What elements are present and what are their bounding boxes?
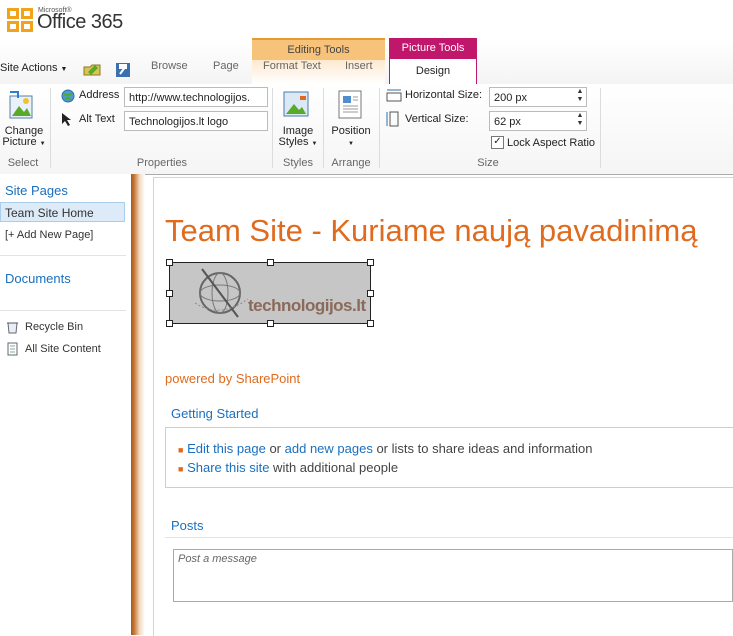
- tab-insert[interactable]: Insert: [345, 60, 373, 72]
- nav-team-site-home[interactable]: Team Site Home: [5, 206, 94, 220]
- cursor-icon: [62, 113, 71, 126]
- position-button[interactable]: Position ▼: [326, 126, 376, 150]
- group-select: Select: [7, 157, 39, 169]
- horizontal-size-label: Horizontal Size:: [405, 89, 483, 101]
- site-actions-menu[interactable]: Site Actions ▼: [0, 62, 67, 74]
- group-size: Size: [477, 157, 499, 169]
- nav-add-new-page[interactable]: [+ Add New Page]: [5, 229, 93, 241]
- editing-tools-header: Editing Tools: [252, 38, 385, 61]
- or-text: or: [265, 441, 285, 456]
- chevron-down-icon: ▼: [311, 141, 318, 147]
- chevron-down-icon: ▼: [348, 141, 354, 147]
- product-name: Office 365: [37, 11, 123, 33]
- change-picture-icon: [9, 91, 33, 119]
- alt-text-input[interactable]: Technologijos.lt logo: [124, 111, 268, 131]
- vertical-size-label: Vertical Size:: [405, 113, 469, 125]
- brand-bar: Microsoft® Office 365: [0, 0, 733, 38]
- resize-handle[interactable]: [367, 320, 374, 327]
- all-site-content-icon: [7, 342, 18, 356]
- add-new-pages-link[interactable]: add new pages: [285, 441, 373, 456]
- nav-recycle-bin[interactable]: Recycle Bin: [25, 321, 83, 333]
- list-item: ■ Share this site with additional people: [178, 460, 399, 475]
- powered-by-text: powered by SharePoint: [165, 371, 301, 386]
- horizontal-size-icon: [386, 89, 402, 102]
- ribbon-separator: [272, 88, 273, 168]
- horizontal-size-input[interactable]: 200 px: [489, 87, 587, 107]
- resize-handle[interactable]: [166, 290, 173, 297]
- nav-documents[interactable]: Documents: [5, 271, 71, 286]
- getting-started-box: [165, 427, 733, 488]
- vertical-size-input[interactable]: 62 px: [489, 111, 587, 131]
- nav-site-pages[interactable]: Site Pages: [5, 183, 68, 198]
- left-navigation: [0, 174, 131, 635]
- ribbon-separator: [600, 88, 601, 168]
- globe-icon: [61, 89, 75, 103]
- share-this-site-link[interactable]: Share this site: [187, 460, 269, 475]
- save-page-icon[interactable]: [115, 62, 131, 78]
- page-title: Team Site - Kuriame naują pavadinimą: [165, 213, 698, 248]
- nav-all-site-content[interactable]: All Site Content: [25, 343, 101, 355]
- resize-handle[interactable]: [267, 320, 274, 327]
- group-styles: Styles: [283, 157, 313, 169]
- chevron-down-icon: ▼: [60, 66, 68, 73]
- vertical-size-icon: [386, 111, 399, 127]
- picture-tools-header: Picture Tools: [389, 38, 477, 59]
- tab-page[interactable]: Page: [213, 60, 239, 72]
- edit-page-icon[interactable]: [83, 62, 101, 76]
- ribbon-separator: [323, 88, 324, 168]
- alt-text-label: Alt Text: [79, 113, 115, 125]
- group-properties: Properties: [136, 157, 188, 169]
- nav-divider: [0, 255, 126, 256]
- tab-browse[interactable]: Browse: [151, 60, 188, 72]
- image-styles-button[interactable]: Image Styles ▼: [276, 126, 320, 150]
- list-item-text: or lists to share ideas and information: [372, 441, 593, 456]
- nav-divider: [0, 310, 126, 311]
- recycle-bin-icon: [7, 322, 18, 334]
- chevron-down-icon: ▼: [39, 141, 46, 147]
- lock-aspect-label: Lock Aspect Ratio: [507, 137, 596, 149]
- post-message-input[interactable]: Post a message: [173, 549, 733, 602]
- list-item-text: with additional people: [269, 460, 399, 475]
- resize-handle[interactable]: [367, 259, 374, 266]
- nav-shadow: [131, 174, 145, 635]
- resize-handle[interactable]: [166, 259, 173, 266]
- resize-handle[interactable]: [166, 320, 173, 327]
- image-styles-icon: [283, 91, 309, 117]
- ribbon-separator: [379, 88, 380, 168]
- tab-design[interactable]: Design: [389, 59, 477, 84]
- edit-this-page-link[interactable]: Edit this page: [187, 441, 266, 456]
- office-logo-icon: [7, 8, 33, 32]
- ribbon-separator: [50, 88, 51, 168]
- lock-aspect-checkbox[interactable]: ✓: [491, 136, 504, 149]
- posts-divider: [165, 537, 733, 538]
- spinner-icon[interactable]: ▲ ▼: [575, 112, 585, 128]
- resize-handle[interactable]: [367, 290, 374, 297]
- getting-started-heading: Getting Started: [171, 406, 259, 421]
- logo-text: technologijos.lt: [248, 296, 366, 315]
- spinner-icon[interactable]: ▲ ▼: [575, 88, 585, 104]
- resize-handle[interactable]: [267, 259, 274, 266]
- address-label: Address: [79, 89, 120, 101]
- change-picture-button[interactable]: Change Picture ▼: [2, 126, 46, 150]
- tab-format-text[interactable]: Format Text: [263, 60, 321, 72]
- address-input[interactable]: http://www.technologijos.: [124, 87, 268, 107]
- group-arrange: Arrange: [331, 157, 371, 169]
- posts-heading: Posts: [171, 518, 204, 533]
- selected-picture[interactable]: technologijos.lt: [169, 262, 371, 324]
- list-item: ■ Edit this page or add new pages or lis…: [178, 441, 593, 456]
- globe-logo-icon: [194, 268, 249, 318]
- position-icon: [338, 90, 362, 119]
